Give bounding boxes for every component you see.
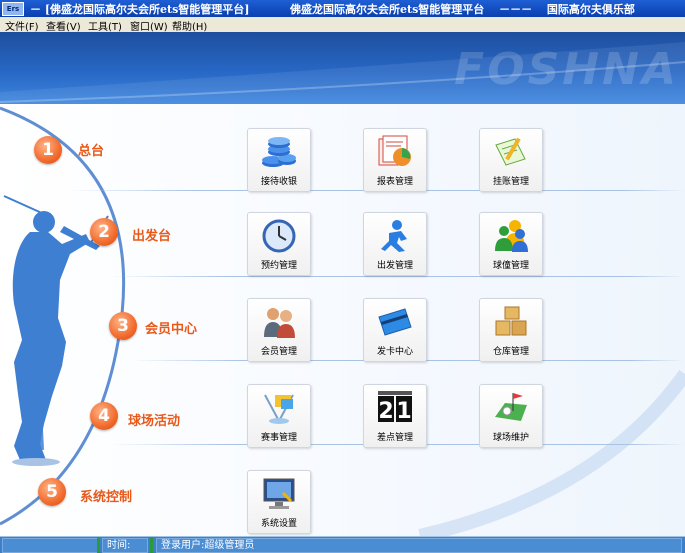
report-chart-icon: [378, 135, 411, 166]
handicap-button[interactable]: 2 1 差点管理: [363, 384, 427, 448]
caddie-button[interactable]: 球僮管理: [479, 212, 543, 276]
monitor-settings-icon: [263, 478, 295, 509]
svg-text:1: 1: [396, 399, 411, 424]
credit-account-button[interactable]: 挂账管理: [479, 128, 543, 192]
section-label-starter: 出发台: [132, 229, 172, 244]
window-title: － [佛盛龙国际高尔夫会所ets智能管理平台]: [30, 3, 250, 16]
banner-brand: FOSHNA: [454, 44, 679, 95]
system-settings-button[interactable]: 系统设置: [247, 470, 311, 534]
reception-cashier-button[interactable]: 接待收银: [247, 128, 311, 192]
credit-card-icon: [378, 308, 412, 336]
section-label-member-center: 会员中心: [145, 322, 198, 337]
clock-icon: [262, 219, 296, 253]
section-divider: [110, 276, 685, 277]
booking-button[interactable]: 预约管理: [247, 212, 311, 276]
golfer-silhouette-icon: [0, 106, 685, 536]
section-label-system-control: 系统控制: [80, 490, 133, 505]
menu-view[interactable]: 查看(V): [46, 18, 81, 33]
reports-button[interactable]: 报表管理: [363, 128, 427, 192]
title-bar: Ers － [佛盛龙国际高尔夫会所ets智能管理平台] 佛盛龙国际高尔夫会所et…: [0, 0, 685, 17]
menu-window[interactable]: 窗口(W): [130, 18, 168, 33]
members-icon: [264, 308, 295, 338]
coins-icon: [262, 137, 296, 167]
status-separator: [97, 537, 100, 553]
menu-bar: 文件(F) 查看(V) 工具(T) 窗口(W) 帮助(H): [0, 17, 685, 33]
main-content: 1 总台 2 出发台 3 会员中心 4 球场活动 5 系统控制 接待收银 报表管…: [0, 104, 685, 536]
warehouse-button[interactable]: 仓库管理: [479, 298, 543, 362]
departure-button[interactable]: 出发管理: [363, 212, 427, 276]
window-title-center: 佛盛龙国际高尔夫会所ets智能管理平台 －－－ 国际高尔夫俱乐部: [290, 3, 635, 16]
app-icon[interactable]: Ers: [2, 2, 24, 16]
section-label-front-desk: 总台: [78, 144, 105, 159]
section-number-4: 4: [90, 402, 118, 430]
section-number-3: 3: [109, 312, 137, 340]
header-banner: FOSHNA: [0, 32, 685, 104]
menu-file[interactable]: 文件(F): [5, 18, 39, 33]
status-bar: 时间: 登录用户:超级管理员: [0, 536, 685, 553]
status-segment-empty: [2, 538, 98, 553]
golf-course-icon: [495, 393, 527, 421]
menu-tools[interactable]: 工具(T): [88, 18, 122, 33]
section-number-1: 1: [34, 136, 62, 164]
status-login-user: 登录用户:超级管理员: [156, 538, 682, 553]
svg-text:2: 2: [378, 399, 393, 424]
member-management-button[interactable]: 会员管理: [247, 298, 311, 362]
boxes-icon: [495, 306, 527, 336]
scoreboard-icon: 2 1: [378, 391, 412, 424]
tournament-button[interactable]: 赛事管理: [247, 384, 311, 448]
status-separator: [150, 537, 153, 553]
tournament-flag-icon: [264, 394, 294, 424]
ledger-pen-icon: [495, 137, 526, 166]
card-issuing-button[interactable]: 发卡中心: [363, 298, 427, 362]
menu-help[interactable]: 帮助(H): [172, 18, 207, 33]
running-person-icon: [381, 220, 407, 252]
section-number-2: 2: [90, 218, 118, 246]
group-people-icon: [495, 220, 528, 252]
section-number-5: 5: [38, 478, 66, 506]
status-time: 时间:: [102, 538, 148, 553]
section-label-course-activity: 球场活动: [128, 414, 181, 429]
course-maintenance-button[interactable]: 球场维护: [479, 384, 543, 448]
